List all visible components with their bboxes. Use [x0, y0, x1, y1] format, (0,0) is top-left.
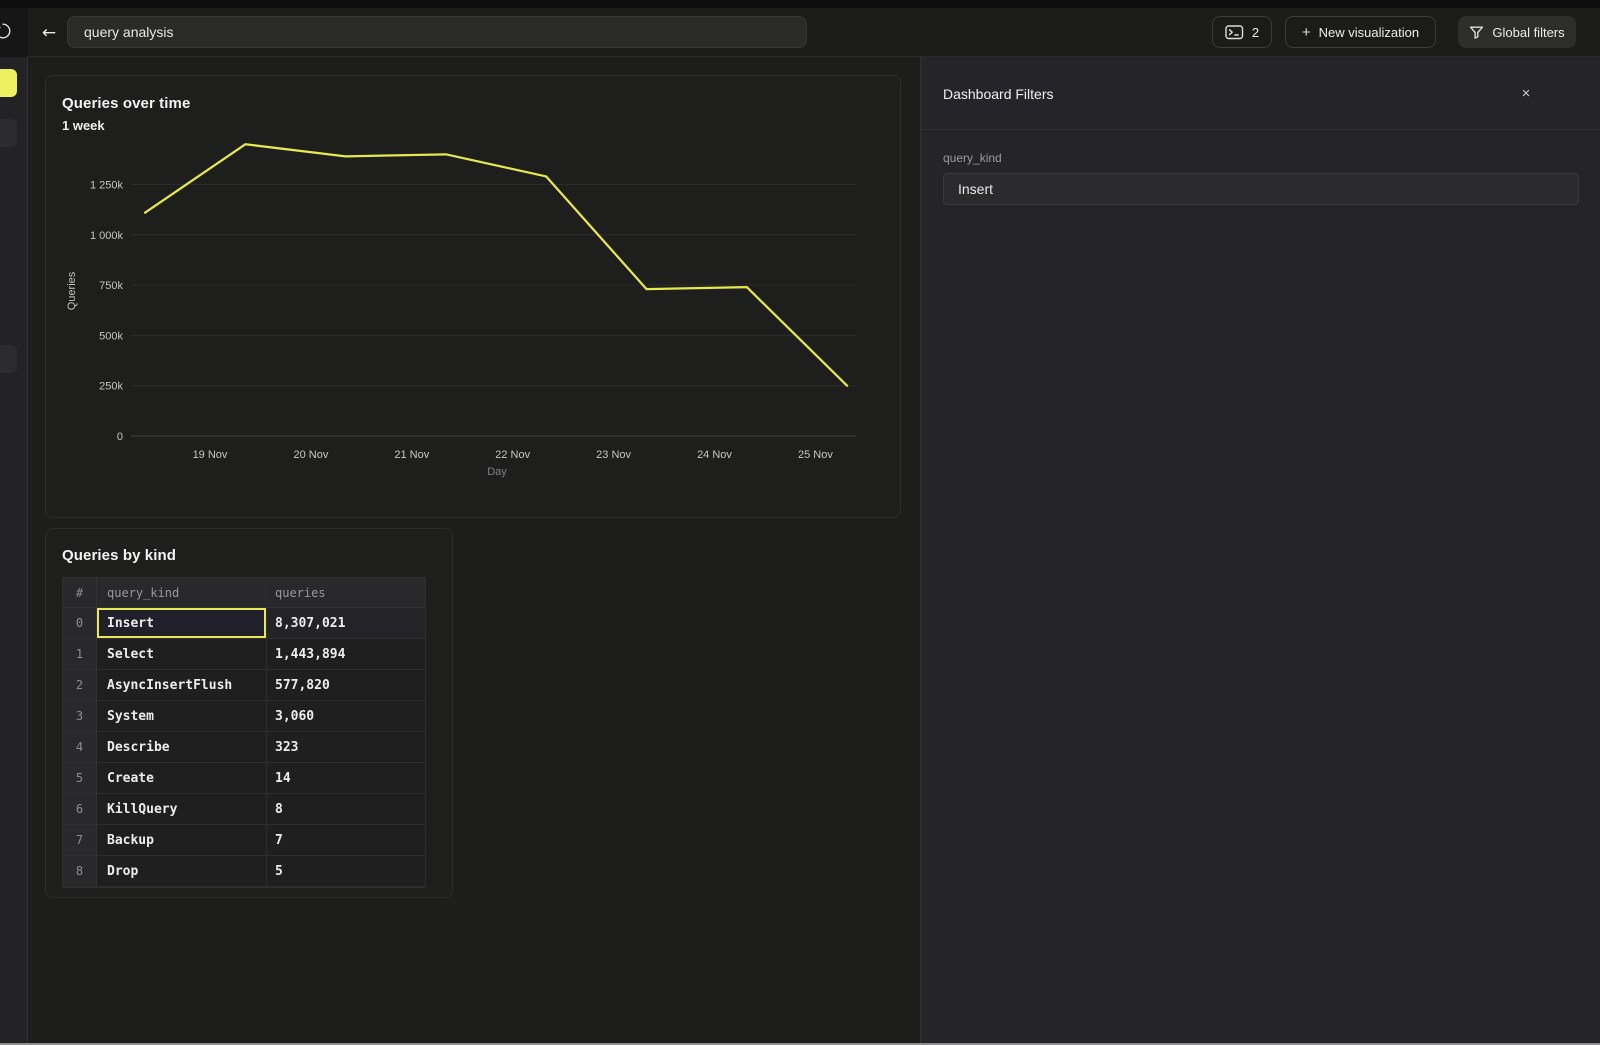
table-cell-queries[interactable]: 8,307,021: [267, 608, 425, 639]
dashboard-filters-panel: Dashboard Filters × query_kind Insert: [920, 57, 1600, 1045]
table-cell-queries[interactable]: 14: [267, 763, 425, 794]
table-row-index: 0: [63, 608, 97, 639]
window-top-strip: [0, 0, 1600, 8]
x-tick-label: 25 Nov: [798, 449, 833, 461]
query-kind-filter-value: Insert: [958, 181, 993, 197]
table-title: Queries by kind: [62, 547, 176, 564]
table-header-query_kind: query_kind: [97, 578, 267, 607]
queries-chart: 0 250k 500k 750k 1 000k 1 250k 19 Nov 20 Nov 21 …: [59, 136, 889, 486]
table-cell-query-kind[interactable]: Select: [97, 639, 267, 670]
history-icon[interactable]: [0, 21, 13, 41]
table-cell-query-kind[interactable]: System: [97, 701, 267, 732]
plus-icon: +: [1302, 25, 1311, 40]
query-kind-filter-label: query_kind: [943, 151, 1002, 165]
table-row-index: 3: [63, 701, 97, 732]
x-axis-label: Day: [487, 466, 507, 478]
table-header-row: #query_kindqueries: [63, 578, 425, 608]
topbar: ← 2 + New visualization Global filters: [0, 8, 1600, 57]
x-tick-label: 19 Nov: [193, 449, 228, 461]
y-axis-label: Queries: [66, 271, 78, 310]
table-body: 0Insert8,307,0211Select1,443,8942AsyncIn…: [63, 608, 425, 887]
x-tick-label: 22 Nov: [495, 449, 530, 461]
chart-subtitle: 1 week: [62, 118, 105, 133]
table-row: 6KillQuery8: [63, 794, 425, 825]
pages-rail: [0, 57, 28, 1045]
y-tick-label: 250k: [99, 381, 123, 393]
dashboard-title-input[interactable]: [67, 16, 807, 48]
queries-line-series: [145, 144, 847, 385]
x-tick-label: 23 Nov: [596, 449, 631, 461]
page-tab[interactable]: [0, 345, 17, 373]
x-tick-label: 20 Nov: [293, 449, 328, 461]
panel-title: Dashboard Filters: [943, 86, 1054, 102]
table-row-index: 5: [63, 763, 97, 794]
panel-divider: [921, 129, 1600, 130]
table-row: 1Select1,443,894: [63, 639, 425, 670]
table-cell-queries[interactable]: 8: [267, 794, 425, 825]
table-header-index: #: [63, 578, 97, 607]
table-row: 2AsyncInsertFlush577,820: [63, 670, 425, 701]
table-row-index: 1: [63, 639, 97, 670]
table-row-index: 7: [63, 825, 97, 856]
y-tick-label: 500k: [99, 330, 123, 342]
table-cell-queries[interactable]: 323: [267, 732, 425, 763]
table-cell-query-kind[interactable]: AsyncInsertFlush: [97, 670, 267, 701]
global-filters-button[interactable]: Global filters: [1458, 16, 1576, 48]
table-cell-query-kind[interactable]: Insert: [97, 608, 267, 639]
page-tab-selected[interactable]: [0, 69, 17, 97]
table-cell-queries[interactable]: 1,443,894: [267, 639, 425, 670]
queries-by-kind-card: Queries by kind #query_kindqueries 0Inse…: [45, 528, 453, 898]
table-row-index: 6: [63, 794, 97, 825]
table-row: 3System3,060: [63, 701, 425, 732]
x-tick-label: 24 Nov: [697, 449, 732, 461]
page-tab[interactable]: [0, 119, 17, 147]
chart-title: Queries over time: [62, 95, 190, 112]
table-cell-queries[interactable]: 7: [267, 825, 425, 856]
table-cell-queries[interactable]: 577,820: [267, 670, 425, 701]
console-count: 2: [1252, 25, 1259, 40]
table-row: 0Insert8,307,021: [63, 608, 425, 639]
table-cell-queries[interactable]: 3,060: [267, 701, 425, 732]
x-tick-label: 21 Nov: [394, 449, 429, 461]
table-row-index: 4: [63, 732, 97, 763]
queries-table: #query_kindqueries 0Insert8,307,0211Sele…: [62, 577, 426, 888]
y-tick-label: 1 000k: [90, 230, 124, 242]
close-icon[interactable]: ×: [1514, 81, 1538, 105]
table-row-index: 2: [63, 670, 97, 701]
table-cell-queries[interactable]: 5: [267, 856, 425, 887]
table-cell-query-kind[interactable]: Backup: [97, 825, 267, 856]
y-tick-label: 0: [117, 431, 123, 443]
y-tick-label: 750k: [99, 280, 123, 292]
queries-over-time-card: Queries over time 1 week 0 250k 500k 750k 1 …: [45, 75, 901, 518]
main-content: Queries over time 1 week 0 250k 500k 750k 1 …: [29, 57, 920, 1045]
new-visualization-label: New visualization: [1319, 25, 1419, 40]
back-button[interactable]: ←: [36, 17, 62, 48]
table-row: 7Backup7: [63, 825, 425, 856]
table-cell-query-kind[interactable]: Drop: [97, 856, 267, 887]
table-row: 5Create14: [63, 763, 425, 794]
y-tick-label: 1 250k: [90, 180, 124, 192]
table-row-index: 8: [63, 856, 97, 887]
rail-top-cell: [0, 8, 28, 57]
sql-console-count-button[interactable]: 2: [1212, 16, 1272, 48]
table-cell-query-kind[interactable]: KillQuery: [97, 794, 267, 825]
funnel-icon: [1469, 25, 1484, 40]
table-row: 4Describe323: [63, 732, 425, 763]
table-row: 8Drop5: [63, 856, 425, 887]
query-kind-filter-input[interactable]: Insert: [943, 173, 1579, 205]
table-cell-query-kind[interactable]: Create: [97, 763, 267, 794]
terminal-icon: [1225, 25, 1244, 40]
new-visualization-button[interactable]: + New visualization: [1285, 16, 1436, 48]
global-filters-label: Global filters: [1492, 25, 1564, 40]
table-cell-query-kind[interactable]: Describe: [97, 732, 267, 763]
table-header-queries: queries: [267, 578, 425, 607]
